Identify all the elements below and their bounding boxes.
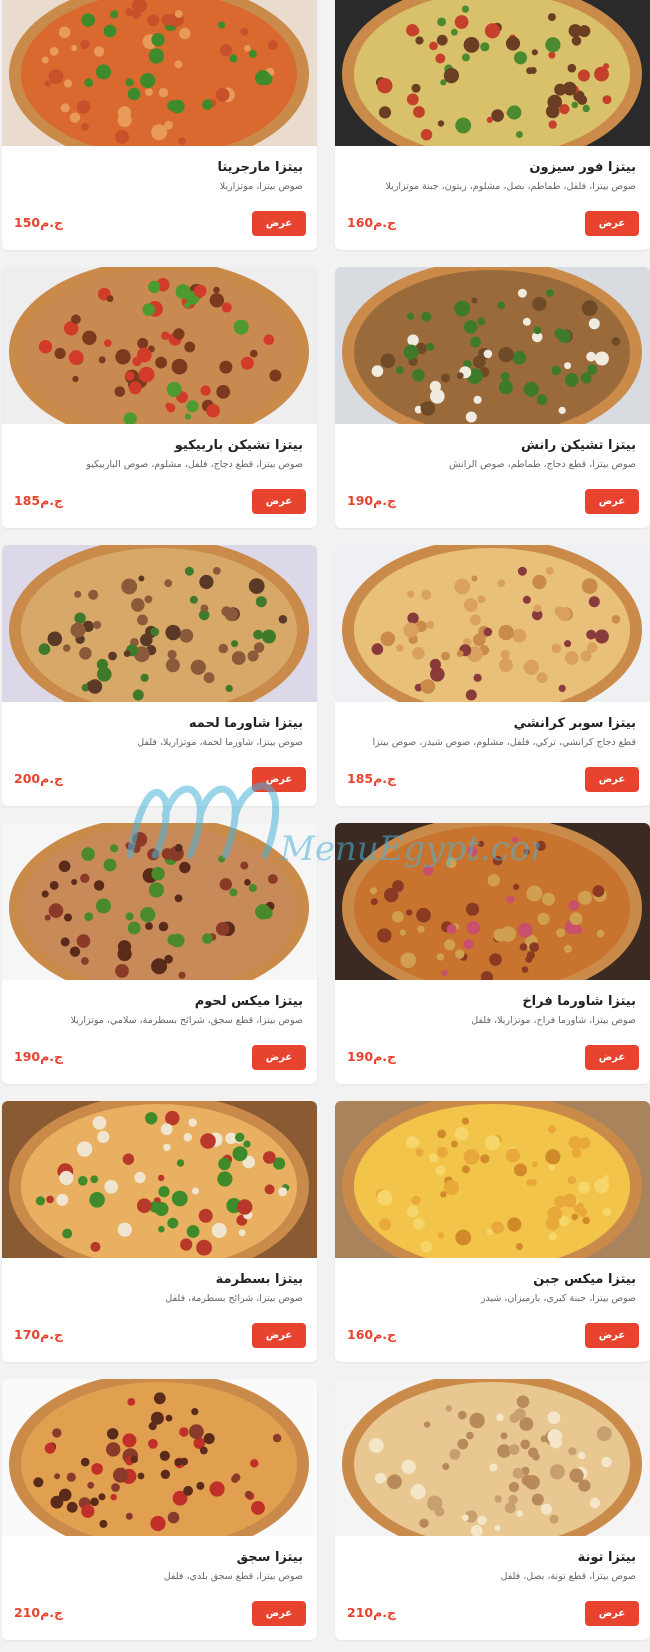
item-description: صوص بيتزا، جبنة كيري، بارميزان، شيدر	[480, 1293, 636, 1304]
item-name: بيتزا بسطرمة	[215, 1272, 303, 1287]
item-name: بيتزا ميكس لحوم	[194, 994, 303, 1009]
item-name: بيتزا فور سيزون	[529, 160, 636, 175]
menu-item-card: بيتزا بسطرمة صوص بيتزا، شرائح بسطرمة، فلف…	[2, 1101, 317, 1362]
item-name: بيتزا سجق	[236, 1550, 303, 1565]
item-footer: عرض 190ج.م	[2, 1045, 317, 1071]
menu-grid: بيتزا فور سيزون صوص بيتزا، فلفل، طماطم، ب…	[0, 0, 650, 1640]
item-name: بيتزا تونة	[577, 1550, 636, 1565]
view-button[interactable]: عرض	[252, 767, 306, 792]
menu-item-card: بيتزا تشيكن رانش صوص بيتزا، قطع دجاج، طما…	[335, 267, 650, 528]
item-footer: عرض 210ج.م	[335, 1601, 650, 1627]
item-price: 185ج.م	[14, 493, 64, 508]
item-description: صوص بيتزا، شاورما لحمة، موتزاريلا، فلفل	[137, 737, 303, 748]
view-button[interactable]: عرض	[252, 1045, 306, 1070]
item-name: بيتزا شاورما فراخ	[522, 994, 636, 1009]
item-price: 210ج.م	[14, 1605, 64, 1620]
menu-item-card: بيتزا سوبر كرانشي قطع دجاج كرانشي، تركي، …	[335, 545, 650, 806]
menu-item-card: بيتزا تونة صوص بيتزا، قطع تونة، بصل، فلفل…	[335, 1379, 650, 1640]
menu-item-card: بيتزا ميكس لحوم صوص بيتزا، قطع سجق، شرائح…	[2, 823, 317, 1084]
item-footer: عرض 150ج.م	[2, 211, 317, 237]
item-description: صوص بيتزا، قطع سجق، شرائح بسطرمة، سلامي،…	[70, 1015, 303, 1026]
item-description: قطع دجاج كرانشي، تركي، فلفل، مشلوم، صوص …	[372, 737, 636, 748]
item-price: 190ج.م	[347, 493, 397, 508]
menu-item-card: بيتزا فور سيزون صوص بيتزا، فلفل، طماطم، ب…	[335, 0, 650, 250]
item-price: 200ج.م	[14, 771, 64, 786]
item-description: صوص بيتزا، شاورما فراخ، موتزاريلا، فلفل	[471, 1015, 636, 1026]
item-description: صوص بيتزا، قطع سجق بلدي، فلفل	[163, 1571, 303, 1582]
view-button[interactable]: عرض	[585, 1601, 639, 1626]
item-price: 210ج.م	[347, 1605, 397, 1620]
item-description: صوص بيتزا، موتزاريلا	[219, 181, 303, 192]
menu-item-card: بيتزا شاورما لحمه صوص بيتزا، شاورما لحمة،…	[2, 545, 317, 806]
view-button[interactable]: عرض	[585, 489, 639, 514]
pizza-super-crunchy-photo	[335, 545, 650, 702]
item-footer: عرض 160ج.م	[335, 211, 650, 237]
item-footer: عرض 170ج.م	[2, 1323, 317, 1349]
item-name: بيتزا ميكس جبن	[533, 1272, 636, 1287]
view-button[interactable]: عرض	[252, 489, 306, 514]
item-footer: عرض 185ج.م	[2, 489, 317, 515]
item-description: صوص بيتزا، فلفل، طماطم، بصل، مشلوم، زيتو…	[385, 181, 636, 192]
view-button[interactable]: عرض	[585, 1323, 639, 1348]
item-name: بيتزا تشيكن باربيكيو	[174, 438, 303, 453]
menu-item-card: بيتزا تشيكن باربيكيو صوص بيتزا، قطع دجاج،…	[2, 267, 317, 528]
item-description: صوص بيتزا، قطع دجاج، فلفل، مشلوم، صوص ال…	[86, 459, 303, 470]
view-button[interactable]: عرض	[252, 211, 306, 236]
view-button[interactable]: عرض	[252, 1323, 306, 1348]
item-name: بيتزا سوبر كرانشي	[513, 716, 636, 731]
item-footer: عرض 200ج.م	[2, 767, 317, 793]
item-description: صوص بيتزا، قطع دجاج، طماطم، صوص الرانش	[448, 459, 636, 470]
item-price: 160ج.م	[347, 1327, 397, 1342]
item-description: صوص بيتزا، قطع تونة، بصل، فلفل	[500, 1571, 636, 1582]
item-footer: عرض 210ج.م	[2, 1601, 317, 1627]
pizza-chicken-shawarma-photo	[335, 823, 650, 980]
pizza-sausage-photo	[2, 1379, 317, 1536]
view-button[interactable]: عرض	[585, 767, 639, 792]
pizza-chicken-ranch-photo	[335, 267, 650, 424]
menu-item-card: بيتزا ميكس جبن صوص بيتزا، جبنة كيري، بارم…	[335, 1101, 650, 1362]
menu-item-card: بيتزا شاورما فراخ صوص بيتزا، شاورما فراخ،…	[335, 823, 650, 1084]
pizza-four-seasons-photo	[335, 0, 650, 146]
pizza-meat-shawarma-photo	[2, 545, 317, 702]
pizza-pastrami-photo	[2, 1101, 317, 1258]
item-price: 190ج.م	[347, 1049, 397, 1064]
pizza-tuna-photo	[335, 1379, 650, 1536]
item-name: بيتزا شاورما لحمه	[188, 716, 303, 731]
menu-item-card: بيتزا مارجريتا صوص بيتزا، موتزاريلا عرض 150…	[2, 0, 317, 250]
pizza-margherita-photo	[2, 0, 317, 146]
view-button[interactable]: عرض	[585, 1045, 639, 1070]
item-price: 190ج.م	[14, 1049, 64, 1064]
pizza-mixed-cheese-photo	[335, 1101, 650, 1258]
item-name: بيتزا مارجريتا	[217, 160, 303, 175]
item-name: بيتزا تشيكن رانش	[521, 438, 636, 453]
item-footer: عرض 190ج.م	[335, 1045, 650, 1071]
item-price: 150ج.م	[14, 215, 64, 230]
view-button[interactable]: عرض	[585, 211, 639, 236]
item-footer: عرض 190ج.م	[335, 489, 650, 515]
menu-item-card: بيتزا سجق صوص بيتزا، قطع سجق بلدي، فلفل عر…	[2, 1379, 317, 1640]
item-price: 170ج.م	[14, 1327, 64, 1342]
pizza-chicken-bbq-photo	[2, 267, 317, 424]
pizza-mixed-meat-photo	[2, 823, 317, 980]
item-description: صوص بيتزا، شرائح بسطرمة، فلفل	[165, 1293, 303, 1304]
view-button[interactable]: عرض	[252, 1601, 306, 1626]
item-footer: عرض 185ج.م	[335, 767, 650, 793]
item-footer: عرض 160ج.م	[335, 1323, 650, 1349]
item-price: 185ج.م	[347, 771, 397, 786]
item-price: 160ج.م	[347, 215, 397, 230]
